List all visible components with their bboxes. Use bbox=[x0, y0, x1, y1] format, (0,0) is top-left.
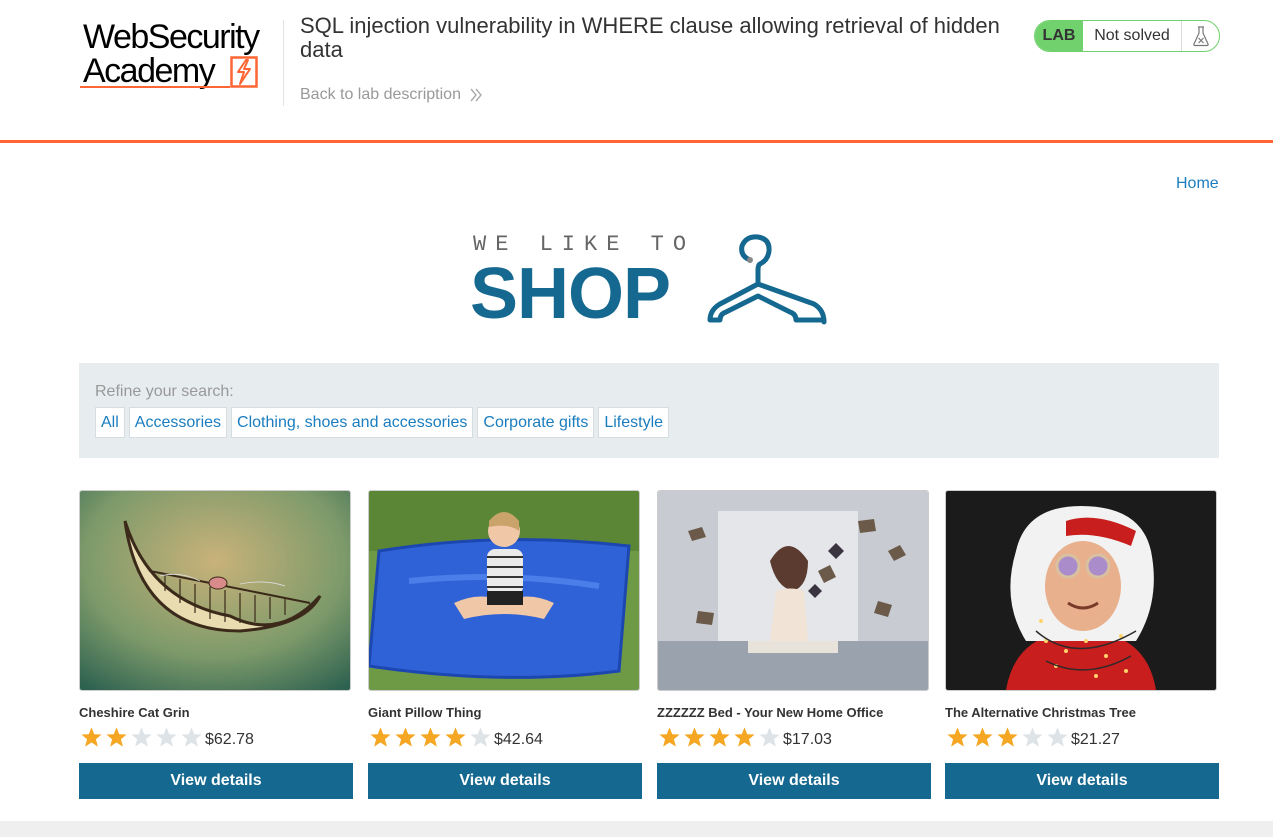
we-like-to-shop-logo: WE LIKE TO SHOP bbox=[470, 228, 830, 332]
star-filled-icon bbox=[734, 727, 755, 747]
lab-status: Not solved bbox=[1083, 21, 1182, 51]
product-card: ZZZZZZ Bed - Your New Home Office $17.03… bbox=[657, 490, 931, 800]
star-filled-icon bbox=[709, 727, 730, 747]
product-image[interactable] bbox=[368, 490, 640, 691]
view-details-button[interactable]: View details bbox=[79, 763, 353, 799]
star-empty-icon bbox=[470, 727, 491, 747]
category-all[interactable]: All bbox=[95, 407, 125, 438]
product-rating: $17.03 bbox=[657, 726, 832, 748]
product-name: ZZZZZZ Bed - Your New Home Office bbox=[657, 705, 884, 720]
product-name: Giant Pillow Thing bbox=[368, 705, 482, 720]
product-name: The Alternative Christmas Tree bbox=[945, 705, 1136, 720]
lab-header: WebSecurity Academy SQL injection vulner… bbox=[0, 0, 1273, 143]
product-image[interactable] bbox=[79, 490, 351, 691]
product-image[interactable] bbox=[657, 490, 929, 691]
star-empty-icon bbox=[1047, 727, 1068, 747]
web-security-academy-logo[interactable]: WebSecurity Academy bbox=[80, 18, 280, 92]
flask-icon bbox=[1182, 21, 1219, 51]
star-filled-icon bbox=[997, 727, 1018, 747]
product-rating: $42.64 bbox=[368, 726, 543, 748]
home-link[interactable]: Home bbox=[1176, 175, 1219, 193]
star-filled-icon bbox=[445, 727, 466, 747]
lab-status-badge: LAB Not solved bbox=[1034, 20, 1220, 52]
search-filters: Refine your search: All Accessories Clot… bbox=[79, 363, 1219, 458]
header-divider bbox=[283, 20, 284, 106]
product-grid: Cheshire Cat Grin $62.78 View details Gi… bbox=[79, 490, 1219, 800]
star-filled-icon bbox=[106, 727, 127, 747]
star-filled-icon bbox=[659, 727, 680, 747]
category-clothing[interactable]: Clothing, shoes and accessories bbox=[231, 407, 474, 438]
star-filled-icon bbox=[420, 727, 441, 747]
star-empty-icon bbox=[759, 727, 780, 747]
logo-underline bbox=[80, 86, 230, 88]
product-rating: $21.27 bbox=[945, 726, 1120, 748]
product-card: Giant Pillow Thing $42.64 View details bbox=[368, 490, 642, 800]
shop-word: SHOP bbox=[470, 254, 671, 334]
view-details-button[interactable]: View details bbox=[368, 763, 642, 799]
back-link-label: Back to lab description bbox=[300, 86, 461, 103]
product-card: Cheshire Cat Grin $62.78 View details bbox=[79, 490, 353, 800]
star-filled-icon bbox=[684, 727, 705, 747]
product-image[interactable] bbox=[945, 490, 1217, 691]
star-filled-icon bbox=[370, 727, 391, 747]
star-filled-icon bbox=[947, 727, 968, 747]
category-lifestyle[interactable]: Lifestyle bbox=[598, 407, 670, 438]
view-details-button[interactable]: View details bbox=[657, 763, 931, 799]
product-price: $62.78 bbox=[205, 731, 254, 748]
product-price: $21.27 bbox=[1071, 731, 1120, 748]
lab-title: SQL injection vulnerability in WHERE cla… bbox=[300, 13, 1000, 62]
lightning-bolt-icon bbox=[230, 56, 258, 88]
category-accessories[interactable]: Accessories bbox=[128, 407, 228, 438]
category-corporate-gifts[interactable]: Corporate gifts bbox=[477, 407, 595, 438]
product-price: $17.03 bbox=[783, 731, 832, 748]
page-footer bbox=[0, 821, 1273, 837]
star-filled-icon bbox=[972, 727, 993, 747]
back-to-lab-description-link[interactable]: Back to lab description bbox=[300, 86, 483, 104]
star-empty-icon bbox=[131, 727, 152, 747]
star-empty-icon bbox=[181, 727, 202, 747]
double-chevron-right-icon bbox=[470, 88, 482, 102]
star-empty-icon bbox=[156, 727, 177, 747]
refine-search-label: Refine your search: bbox=[95, 383, 234, 400]
product-rating: $62.78 bbox=[79, 726, 254, 748]
product-price: $42.64 bbox=[494, 731, 543, 748]
star-empty-icon bbox=[1022, 727, 1043, 747]
star-filled-icon bbox=[395, 727, 416, 747]
product-card: The Alternative Christmas Tree $21.27 Vi… bbox=[945, 490, 1219, 800]
category-filter-list: All Accessories Clothing, shoes and acce… bbox=[95, 407, 670, 438]
hanger-icon bbox=[707, 234, 827, 325]
product-name: Cheshire Cat Grin bbox=[79, 705, 190, 720]
star-filled-icon bbox=[81, 727, 102, 747]
view-details-button[interactable]: View details bbox=[945, 763, 1219, 799]
lab-label: LAB bbox=[1035, 21, 1083, 51]
